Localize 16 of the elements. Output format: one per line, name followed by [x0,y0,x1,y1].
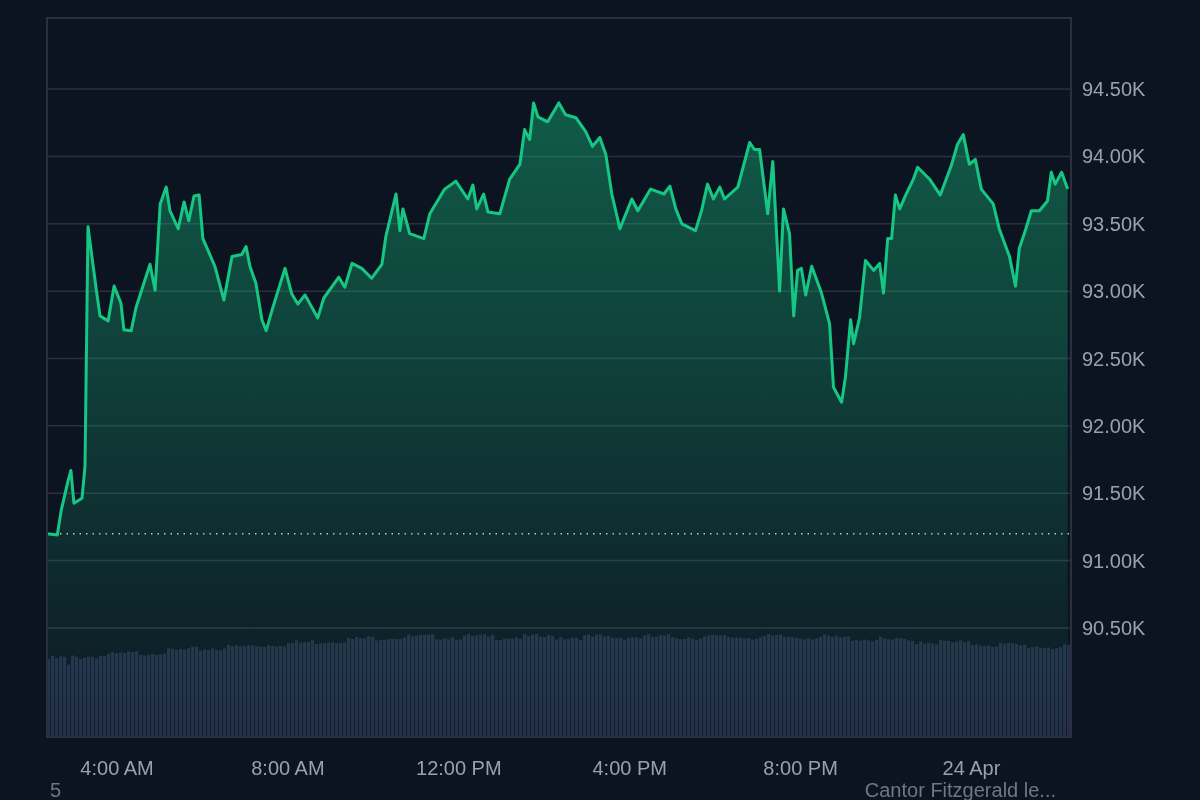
y-axis-label: 94.00K [1082,145,1146,168]
y-axis-label: 91.00K [1082,549,1146,572]
x-axis-label: 8:00 PM [763,757,838,779]
y-axis-label: 93.50K [1082,212,1146,235]
y-axis-label: 90.50K [1082,617,1146,639]
x-axis-label: 24 Apr [942,757,1001,779]
y-axis-label: 94.50K [1082,78,1146,100]
y-axis-label: 93.00K [1082,280,1146,303]
x-axis-label: 4:00 PM [592,757,667,779]
y-axis-label: 92.50K [1082,347,1146,370]
x-axis-label: 8:00 AM [251,757,325,779]
y-axis-label: 91.50K [1082,482,1146,505]
y-axis-label: 92.00K [1082,414,1146,437]
x-axis-label: 12:00 PM [416,757,502,779]
x-axis-label: 4:00 AM [80,757,154,779]
page-number: 5 [50,780,62,800]
